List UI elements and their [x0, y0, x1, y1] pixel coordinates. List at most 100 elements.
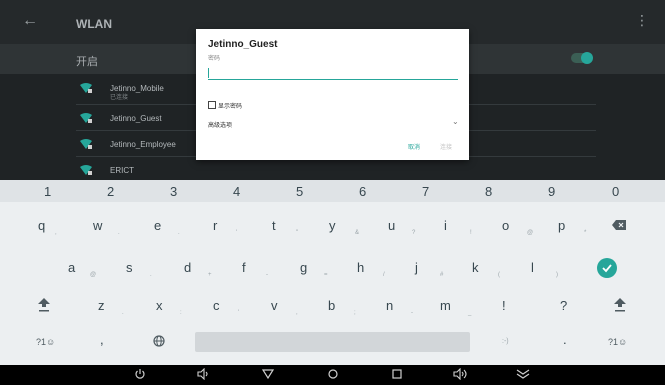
- space-bar[interactable]: [195, 332, 470, 352]
- wifi-lock-icon: [80, 139, 92, 149]
- key-u[interactable]: u: [388, 218, 395, 233]
- key-number[interactable]: 5: [296, 184, 303, 199]
- key-hint: -: [411, 310, 413, 316]
- key-comma[interactable]: ,: [100, 332, 104, 347]
- key-hint: :: [180, 310, 182, 316]
- key-n[interactable]: n: [386, 298, 393, 313]
- key-y[interactable]: y: [329, 218, 336, 233]
- key-hint: =: [324, 272, 328, 278]
- key-hint: #: [440, 272, 444, 278]
- key-number[interactable]: 0: [612, 184, 619, 199]
- symbols-key[interactable]: ?1☺: [36, 337, 55, 347]
- key-hint: &: [355, 230, 360, 236]
- wlan-switch-label: 开启: [76, 56, 98, 68]
- key-number[interactable]: 8: [485, 184, 492, 199]
- enter-button[interactable]: [597, 258, 617, 278]
- password-label: 密码: [208, 56, 221, 62]
- key-number[interactable]: 1: [44, 184, 51, 199]
- advanced-options-label[interactable]: 高级选项: [208, 120, 232, 129]
- check-icon: [602, 264, 612, 273]
- key-hint: ?: [412, 230, 416, 236]
- network-name: Jetinno_Guest: [110, 114, 162, 123]
- toggle-knob: [581, 52, 593, 64]
- key-hint: +: [208, 272, 212, 278]
- key-m[interactable]: m: [440, 298, 451, 313]
- key-number[interactable]: 4: [233, 184, 240, 199]
- connect-button: 连接: [440, 145, 453, 151]
- network-status: 已连接: [110, 95, 129, 101]
- wlan-toggle[interactable]: [571, 52, 593, 64]
- network-name: ERICT: [110, 166, 134, 175]
- key-x[interactable]: x: [156, 298, 163, 313]
- cancel-button[interactable]: 取消: [408, 142, 420, 151]
- key-r[interactable]: r: [213, 218, 217, 233]
- key-t[interactable]: t: [272, 218, 276, 233]
- key-i[interactable]: i: [444, 218, 447, 233]
- key-hint: .: [178, 230, 180, 236]
- system-nav-bar: [0, 365, 665, 385]
- key-k[interactable]: k: [472, 260, 479, 275]
- key-hint: ,: [296, 310, 298, 316]
- password-input[interactable]: [208, 65, 458, 80]
- key-w[interactable]: w: [93, 218, 102, 233]
- key-hint: ': [236, 230, 238, 236]
- key-p[interactable]: p: [558, 218, 565, 233]
- text-cursor: [208, 68, 209, 78]
- wifi-lock-icon: [80, 113, 92, 123]
- shift-icon[interactable]: [38, 298, 50, 312]
- key-o[interactable]: o: [502, 218, 509, 233]
- key-hint: .: [122, 310, 124, 316]
- key-hint: .: [118, 230, 120, 236]
- hide-keyboard-icon[interactable]: [515, 368, 531, 380]
- key-j[interactable]: j: [415, 260, 418, 275]
- key-e[interactable]: e: [154, 218, 161, 233]
- key-l[interactable]: l: [531, 260, 534, 275]
- backspace-icon[interactable]: [612, 220, 626, 230]
- wifi-password-dialog: Jetinno_Guest 密码 显示密码 高级选项 ⌄ 取消 连接: [196, 29, 469, 160]
- power-icon[interactable]: [134, 368, 146, 380]
- key-number[interactable]: 7: [422, 184, 429, 199]
- key-number[interactable]: 9: [548, 184, 555, 199]
- show-password-checkbox[interactable]: [208, 101, 216, 109]
- key-hint: _: [468, 310, 472, 316]
- back-arrow-icon[interactable]: ←: [22, 12, 38, 30]
- key-question[interactable]: ?: [560, 298, 567, 313]
- key-h[interactable]: h: [357, 260, 364, 275]
- back-triangle-icon[interactable]: [262, 368, 274, 380]
- key-d[interactable]: d: [184, 260, 191, 275]
- key-c[interactable]: c: [213, 298, 220, 313]
- more-vert-icon[interactable]: ⋮: [635, 12, 649, 29]
- key-hint: @: [90, 272, 97, 278]
- key-hint: .: [150, 272, 152, 278]
- key-number[interactable]: 6: [359, 184, 366, 199]
- key-number[interactable]: 2: [107, 184, 114, 199]
- volume-down-icon[interactable]: [197, 368, 211, 380]
- key-v[interactable]: v: [271, 298, 278, 313]
- home-icon[interactable]: [327, 368, 339, 380]
- key-q[interactable]: q: [38, 218, 45, 233]
- key-hint: ": [296, 230, 299, 236]
- key-s[interactable]: s: [126, 260, 133, 275]
- chevron-down-icon[interactable]: ⌄: [452, 117, 459, 126]
- shift-icon[interactable]: [614, 298, 626, 312]
- key-hint: -: [266, 272, 268, 278]
- key-hint: (: [498, 272, 500, 278]
- volume-up-icon[interactable]: [453, 368, 469, 380]
- key-f[interactable]: f: [242, 260, 246, 275]
- key-exclamation[interactable]: !: [502, 298, 506, 313]
- recents-icon[interactable]: [391, 368, 403, 380]
- symbols-key[interactable]: ?1☺: [608, 337, 627, 347]
- key-number[interactable]: 3: [170, 184, 177, 199]
- show-password-label[interactable]: 显示密码: [218, 101, 242, 110]
- emoji-key[interactable]: :-): [502, 338, 509, 345]
- key-hint: !: [470, 230, 472, 236]
- key-period[interactable]: .: [563, 332, 567, 347]
- key-z[interactable]: z: [98, 298, 105, 313]
- key-a[interactable]: a: [68, 260, 75, 275]
- key-b[interactable]: b: [328, 298, 335, 313]
- dialog-title: Jetinno_Guest: [208, 39, 278, 50]
- page-title: WLAN: [76, 17, 112, 31]
- key-g[interactable]: g: [300, 260, 307, 275]
- globe-icon[interactable]: [153, 335, 165, 347]
- key-hint: ;: [354, 310, 356, 316]
